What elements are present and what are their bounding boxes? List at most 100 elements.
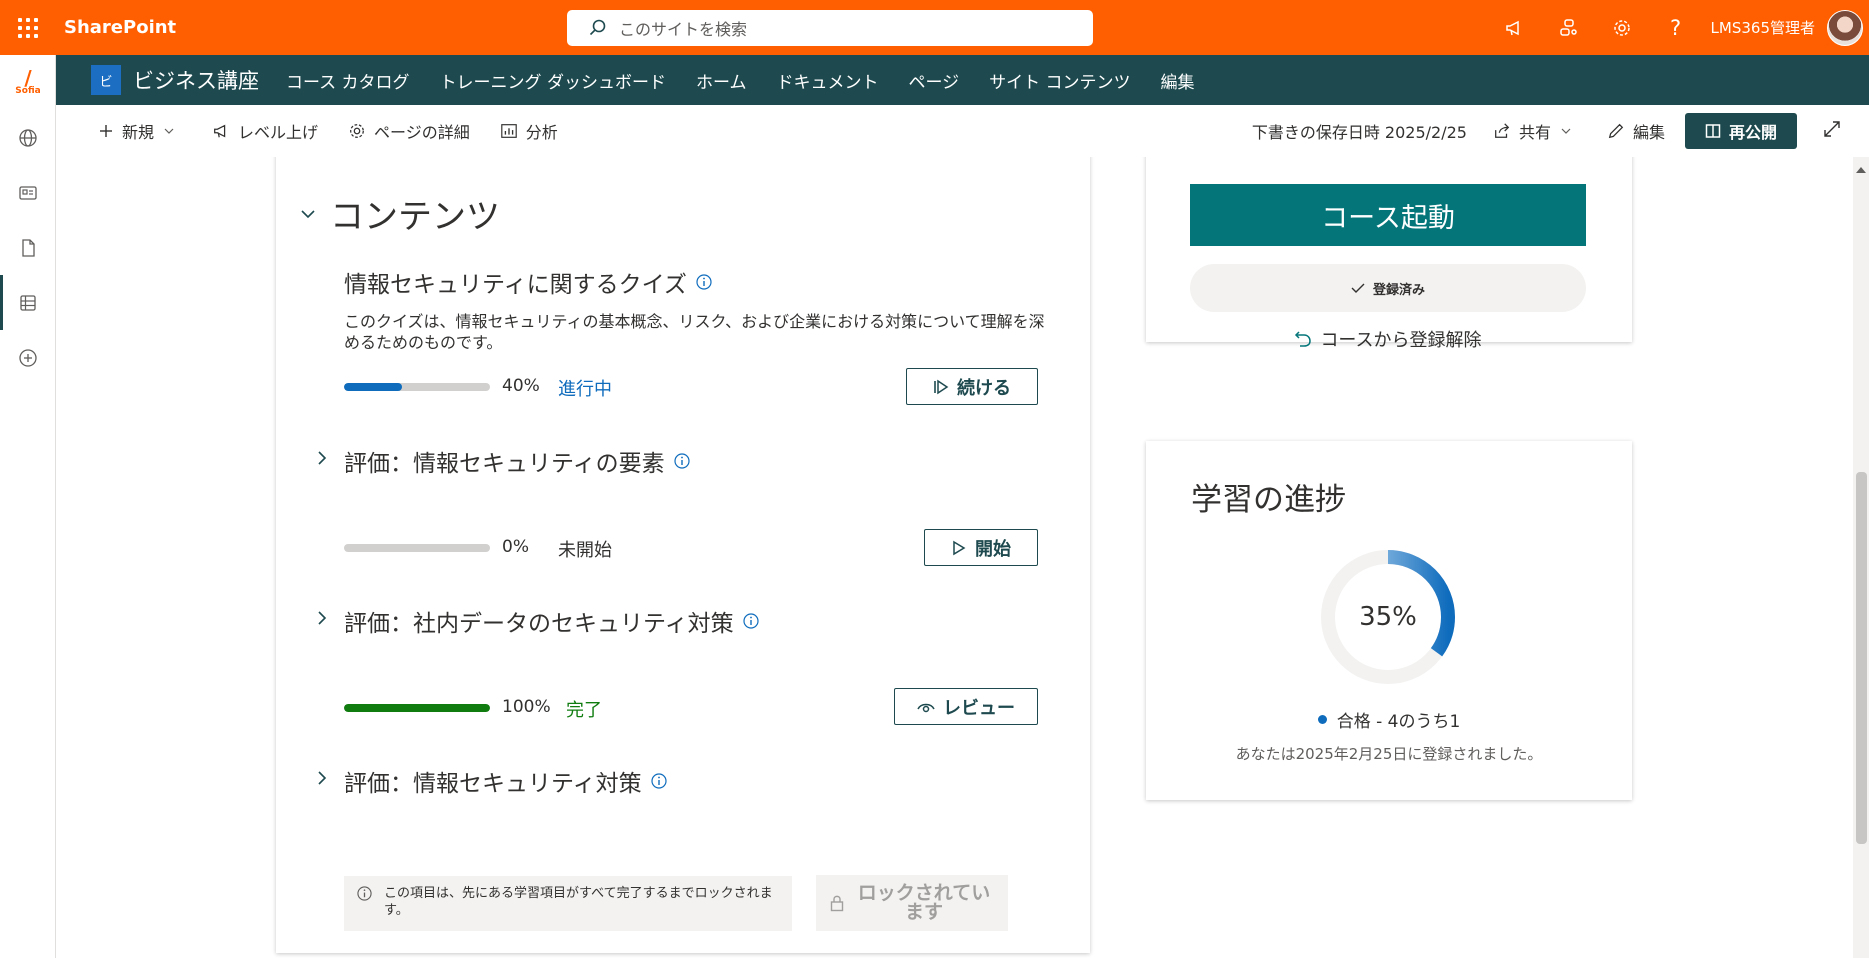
help-icon[interactable]: ? [1649,0,1703,55]
chevron-right-icon[interactable] [316,611,328,625]
item-title[interactable]: 評価：社内データのセキュリティ対策 [344,604,759,638]
book-icon [1705,124,1721,138]
start-label: 開始 [975,538,1011,560]
enrolled-date: あなたは2025年2月25日に登録されました。 [1235,745,1543,763]
analytics-button[interactable]: 分析 [500,119,558,143]
app-launcher-icon[interactable] [0,0,56,55]
chevron-down-icon [1561,128,1571,134]
new-label: 新規 [122,123,155,142]
search-placeholder: このサイトを検索 [619,20,748,39]
page-details-button[interactable]: ページの詳細 [348,119,470,143]
nav-site-contents[interactable]: サイト コンテンツ [989,68,1130,93]
review-button[interactable]: レビュー [894,688,1038,725]
legend-dot [1317,715,1327,724]
progress-percent: 100% [502,697,551,717]
locked-label: ロックされています [857,882,991,923]
continue-label: 続ける [957,377,1011,399]
page-details-label: ページの詳細 [374,123,470,142]
course-actions-card: コース起動 登録済み コースから登録解除 [1146,157,1632,351]
info-icon[interactable] [651,773,667,789]
globe-icon[interactable] [0,110,56,165]
nav-edit[interactable]: 編集 [1161,68,1195,93]
learning-progress-card: 学習の進捗 35% 合格 - 4のうち1 あなたは2025年2月25日に登録され… [1146,441,1632,800]
connections-icon[interactable] [1541,0,1595,55]
news-icon[interactable] [0,165,56,220]
progress-legend: 合格 - 4のうち1 [1146,707,1632,732]
site-logo[interactable]: ビ [91,65,121,95]
lock-icon [830,895,844,912]
user-name[interactable]: LMS365管理者 [1711,17,1815,38]
chevron-right-icon[interactable] [316,451,328,465]
lists-icon[interactable] [0,275,56,330]
gear-icon [350,124,364,138]
expand-icon[interactable] [1823,120,1841,142]
info-icon[interactable] [696,274,712,290]
legend-text: 合格 - 4のうち1 [1336,712,1461,732]
info-icon[interactable] [743,613,759,629]
scroll-thumb[interactable] [1856,472,1867,844]
megaphone-icon[interactable] [1487,0,1541,55]
progress-bar [344,544,490,552]
info-icon[interactable] [674,453,690,469]
progress-fill [344,704,490,712]
scroll-up-arrow[interactable] [1856,167,1866,173]
enrolled-status: 登録済み [1190,264,1586,312]
item-title[interactable]: 評価：情報セキュリティ対策 [344,764,667,798]
nav-pages[interactable]: ページ [908,68,959,93]
play-icon [934,379,949,394]
plus-icon [100,125,112,137]
item-title-text: 評価：社内データのセキュリティ対策 [344,611,734,637]
progress-title: 学習の進捗 [1191,482,1346,518]
play-icon [953,540,966,555]
search-input[interactable]: このサイトを検索 [567,10,1093,46]
lock-notice: この項目は、先にある学習項目がすべて完了するまでロックされます。 [344,876,792,931]
create-plus-icon[interactable] [0,330,56,385]
start-button[interactable]: 開始 [924,529,1038,566]
analytics-icon [500,124,517,138]
republish-button[interactable]: 再公開 [1685,113,1797,149]
new-button[interactable]: 新規 [98,119,182,143]
share-label: 共有 [1518,123,1551,142]
continue-button[interactable]: 続ける [906,368,1038,405]
progress-percent: 35% [1359,602,1417,632]
search-icon [589,19,606,36]
item-title[interactable]: 評価：情報セキュリティの要素 [344,444,690,478]
settings-gear-icon[interactable] [1595,0,1649,55]
item-title-text: 評価：情報セキュリティ対策 [344,771,642,797]
share-button[interactable]: 共有 [1493,119,1579,143]
item-title-text: 評価：情報セキュリティの要素 [344,451,665,477]
site-header: ビ ビジネス講座 コース カタログ トレーニング ダッシュボード ホーム ドキュ… [56,55,1869,105]
brand-name[interactable]: SharePoint [64,17,176,38]
nav-training-dashboard[interactable]: トレーニング ダッシュボード [440,68,666,93]
chevron-down-icon [164,128,174,134]
edit-button[interactable]: 編集 [1607,119,1665,143]
avatar[interactable] [1827,9,1863,46]
command-bar: 新規 レベル上げ ページの詳細 分析 下書きの保存日時 2025/2/25 共有… [56,105,1869,157]
nav-home[interactable]: ホーム [696,68,747,93]
contents-card: コンテンツ 情報セキュリティに関するクイズ このクイズは、情報セキュリティの基本… [276,157,1090,953]
info-icon [357,886,372,901]
enrolled-label: 登録済み [1372,282,1425,298]
site-title[interactable]: ビジネス講座 [133,65,259,95]
status-badge: 進行中 [558,379,612,400]
sofia-logo-icon[interactable]: / Sofia [0,55,56,110]
progress-percent: 40% [502,376,540,396]
nav-documents[interactable]: ドキュメント [776,68,878,93]
item-title[interactable]: 情報セキュリティに関するクイズ [344,265,712,299]
active-indicator [0,275,3,330]
promote-button[interactable]: レベル上げ [212,119,318,143]
launch-course-button[interactable]: コース起動 [1190,184,1586,246]
chevron-right-icon[interactable] [316,771,328,785]
unenroll-link[interactable]: コースから登録解除 [1190,326,1586,352]
status-badge: 未開始 [558,540,612,561]
lock-notice-text: この項目は、先にある学習項目がすべて完了するまでロックされます。 [384,886,773,918]
contents-section-header[interactable]: コンテンツ [300,189,500,238]
vertical-scrollbar[interactable] [1853,157,1869,958]
file-icon[interactable] [0,220,56,275]
progress-bar [344,704,490,712]
megaphone-icon [214,124,226,138]
unenroll-label: コースから登録解除 [1320,330,1482,351]
nav-course-catalog[interactable]: コース カタログ [286,68,410,93]
status-badge: 完了 [566,700,602,721]
section-title: コンテンツ [330,197,500,237]
